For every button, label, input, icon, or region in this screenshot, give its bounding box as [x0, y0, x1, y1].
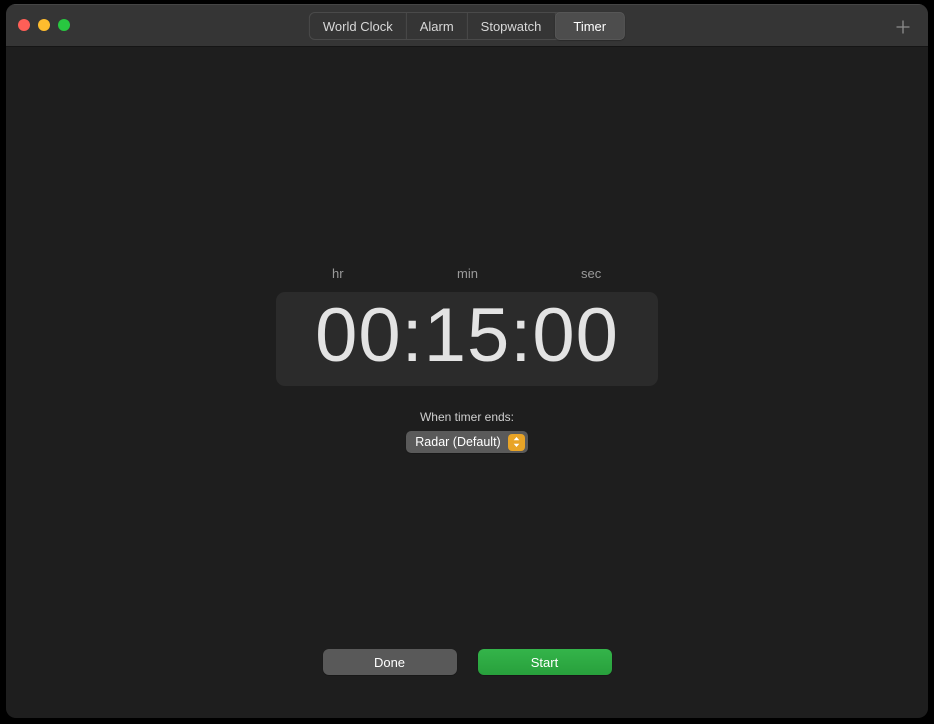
timer-action-bar: Done Start: [6, 649, 928, 675]
unit-label-hours: hr: [332, 266, 344, 281]
maximize-window-button[interactable]: [58, 19, 70, 31]
when-timer-ends-label: When timer ends:: [419, 410, 515, 424]
timer-unit-labels: hr min sec: [276, 266, 658, 288]
tab-timer[interactable]: Timer: [554, 12, 626, 40]
timer-duration-value: 00:15:00: [315, 293, 619, 378]
clock-window: World Clock Alarm Stopwatch Timer hr min…: [6, 4, 928, 718]
close-window-button[interactable]: [18, 19, 30, 31]
done-button[interactable]: Done: [322, 649, 457, 675]
tab-world-clock-label: World Clock: [322, 18, 393, 34]
start-button[interactable]: Start: [477, 649, 612, 675]
minimize-window-button[interactable]: [38, 19, 50, 31]
unit-label-minutes: min: [457, 266, 478, 281]
add-timer-button[interactable]: [892, 16, 914, 38]
timer-setup-area: hr min sec 00:15:00 When timer ends: Rad…: [6, 266, 928, 453]
tab-timer-label: Timer: [573, 18, 607, 34]
start-button-label: Start: [530, 654, 559, 670]
chevron-up-down-glyph: [513, 437, 520, 447]
tab-stopwatch-label: Stopwatch: [480, 18, 542, 34]
timer-sound-value: Radar (Default): [415, 435, 501, 449]
timer-panel: hr min sec 00:15:00 When timer ends: Rad…: [6, 47, 928, 716]
unit-label-seconds: sec: [581, 266, 602, 281]
tab-stopwatch[interactable]: Stopwatch: [468, 13, 556, 39]
timer-sound-select[interactable]: Radar (Default): [406, 431, 528, 453]
timer-duration-field[interactable]: 00:15:00: [276, 292, 658, 386]
done-button-label: Done: [373, 654, 406, 670]
tab-alarm[interactable]: Alarm: [407, 13, 468, 39]
mode-tab-group: World Clock Alarm Stopwatch Timer: [308, 12, 626, 40]
tab-alarm-label: Alarm: [419, 18, 454, 34]
tab-world-clock[interactable]: World Clock: [310, 13, 407, 39]
chevron-up-down-icon: [507, 433, 525, 451]
window-titlebar: World Clock Alarm Stopwatch Timer: [6, 4, 928, 47]
traffic-light-controls: [18, 19, 70, 31]
plus-icon: [896, 20, 910, 34]
